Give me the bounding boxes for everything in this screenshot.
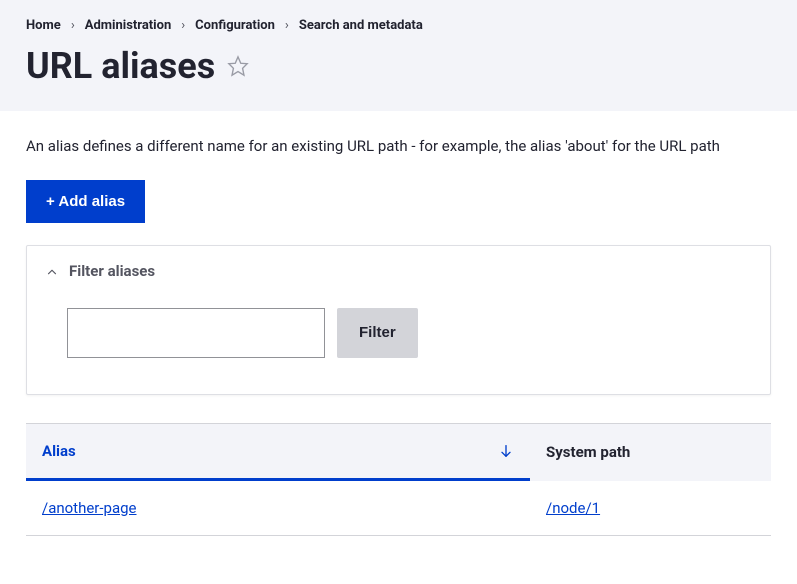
add-alias-button[interactable]: + Add alias [26,180,145,223]
filter-input[interactable] [67,308,325,358]
chevron-up-icon [45,264,59,278]
arrow-down-icon [498,443,514,459]
system-path-link[interactable]: /node/1 [546,499,600,517]
filter-title: Filter aliases [69,262,155,280]
column-header-alias-label: Alias [42,442,76,460]
breadcrumb: Home › Administration › Configuration › … [26,18,771,33]
breadcrumb-administration[interactable]: Administration [85,18,172,33]
star-icon[interactable] [227,55,249,77]
filter-toggle[interactable]: Filter aliases [27,246,770,296]
breadcrumb-configuration[interactable]: Configuration [195,18,275,33]
table-row: /another-page /node/1 [26,481,771,536]
filter-button[interactable]: Filter [337,308,418,358]
chevron-right-icon: › [181,18,185,33]
column-header-system-path[interactable]: System path [530,424,771,481]
breadcrumb-home[interactable]: Home [26,18,61,33]
breadcrumb-search-metadata[interactable]: Search and metadata [299,18,423,33]
alias-link[interactable]: /another-page [42,499,137,517]
column-header-alias[interactable]: Alias [26,424,530,481]
alias-table: Alias System path /another-page /node/1 [26,423,771,536]
chevron-right-icon: › [71,18,75,33]
column-header-system-path-label: System path [546,443,630,461]
filter-panel: Filter aliases Filter [26,245,771,395]
page-title: URL aliases [26,45,215,87]
page-description: An alias defines a different name for an… [26,135,771,158]
chevron-right-icon: › [285,18,289,33]
